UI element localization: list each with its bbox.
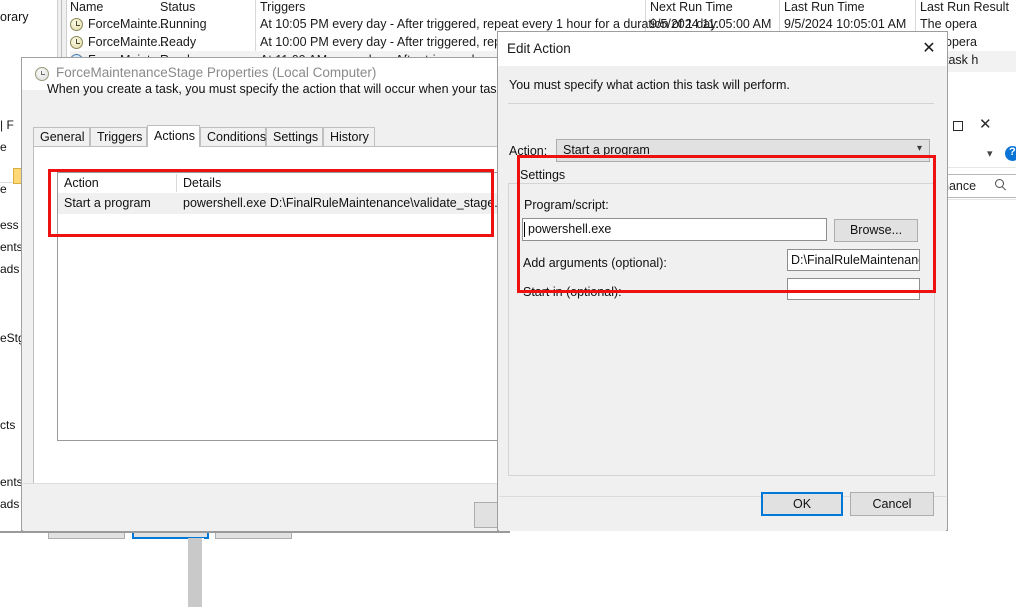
pane-splitter[interactable]	[57, 0, 67, 60]
explorer-titlebar: ✕	[939, 110, 1016, 142]
nav-item-label: | F	[0, 118, 14, 132]
tab-triggers[interactable]: Triggers	[90, 127, 147, 146]
help-glyph: ?	[1009, 146, 1016, 158]
startin-input[interactable]	[787, 278, 920, 300]
tab-strip: General Triggers Actions Conditions Sett…	[33, 125, 503, 147]
edit-action-instruction: You must specify what action this task w…	[509, 78, 790, 92]
cancel-button[interactable]: Cancel	[850, 492, 934, 516]
explorer-right-window: ✕ ▾ ? nance	[938, 110, 1016, 520]
chevron-down-icon: ▾	[916, 143, 922, 154]
cell-name: ForceMainte...	[88, 35, 168, 49]
dialog-title: Edit Action	[507, 41, 571, 56]
tab-conditions[interactable]: Conditions	[200, 127, 266, 146]
close-icon[interactable]: ✕	[918, 38, 940, 60]
startin-label: Start in (optional):	[523, 285, 622, 299]
column-header-status[interactable]: Status	[160, 0, 195, 14]
tab-history[interactable]: History	[323, 127, 375, 146]
actions-table[interactable]: Action Details Start a program powershel…	[57, 172, 505, 441]
program-label: Program/script:	[524, 198, 609, 212]
maximize-icon[interactable]	[953, 121, 963, 131]
arguments-input[interactable]: D:\FinalRuleMaintenanc	[787, 249, 920, 271]
actions-table-header: Action Details	[58, 173, 504, 194]
nav-item-label: e	[0, 140, 7, 154]
divider	[508, 103, 934, 104]
browse-button[interactable]: Browse...	[834, 219, 918, 242]
column-header-next-run[interactable]: Next Run Time	[650, 0, 733, 14]
tab-general[interactable]: General	[33, 127, 90, 146]
clock-icon	[70, 36, 83, 49]
close-icon[interactable]: ✕	[979, 115, 992, 133]
arguments-label: Add arguments (optional):	[523, 256, 667, 270]
cell-triggers: At 10:00 PM every day - After triggered,…	[260, 35, 502, 49]
clock-icon	[35, 67, 49, 81]
cell-status: Running	[160, 17, 207, 31]
edit-action-titlebar[interactable]: Edit Action ✕	[498, 32, 947, 66]
divider	[202, 538, 204, 607]
properties-footer	[23, 483, 508, 532]
edit-action-dialog: Edit Action ✕ You must specify what acti…	[497, 31, 948, 531]
explorer-ribbon: ▾ ?	[939, 141, 1016, 168]
column-header-action[interactable]: Action	[64, 176, 99, 190]
clock-icon	[70, 18, 83, 31]
cell-last-run: 9/5/2024 10:05:01 AM	[784, 17, 907, 31]
help-icon[interactable]: ?	[1005, 146, 1016, 161]
scrollbar-fragment[interactable]	[188, 538, 202, 607]
column-header-details[interactable]: Details	[183, 176, 221, 190]
cell-details: powershell.exe D:\FinalRuleMaintenance\v…	[183, 196, 505, 210]
cell-next-run: 9/5/2024 11:05:00 AM	[650, 17, 772, 31]
arguments-input-value: D:\FinalRuleMaintenanc	[791, 253, 920, 267]
properties-dialog: ForceMaintenanceStage Properties (Local …	[21, 57, 550, 539]
column-header-last-result[interactable]: Last Run Result	[920, 0, 1009, 14]
settings-group-label: Settings	[516, 168, 570, 182]
action-label: Action:	[509, 144, 548, 158]
actions-description: When you create a task, you must specify…	[47, 82, 516, 96]
ok-button[interactable]: OK	[761, 492, 843, 516]
table-row[interactable]: Start a program powershell.exe D:\FinalR…	[58, 193, 504, 214]
tab-actions[interactable]: Actions	[147, 125, 200, 147]
action-select-value: Start a program	[563, 143, 650, 157]
explorer-file-pane[interactable]	[939, 199, 1016, 510]
page-title: ForceMaintenanceStage Properties (Local …	[56, 65, 377, 80]
task-list-header: Name Status Triggers Next Run Time Last …	[70, 0, 1016, 14]
action-select[interactable]: Start a program ▾	[556, 139, 930, 162]
program-input[interactable]: powershell.exe	[522, 218, 827, 241]
screen: orary Name Status Triggers Next Run Time…	[0, 0, 1016, 607]
cell-status: Ready	[160, 35, 197, 49]
library-label: orary	[0, 10, 29, 24]
cell-action: Start a program	[64, 196, 151, 210]
chevron-down-icon[interactable]: ▾	[987, 147, 993, 160]
column-header-triggers[interactable]: Triggers	[260, 0, 305, 14]
cell-last-result: The opera	[920, 17, 977, 31]
cell-name: ForceMainte...	[88, 17, 168, 31]
column-header-last-run[interactable]: Last Run Time	[784, 0, 865, 14]
search-icon	[995, 179, 1004, 188]
window-bottom-edge	[0, 531, 510, 533]
tab-settings[interactable]: Settings	[266, 127, 323, 146]
column-header-name[interactable]: Name	[70, 0, 103, 14]
program-input-value: powershell.exe	[528, 222, 612, 236]
search-input[interactable]: nance	[939, 174, 1016, 198]
